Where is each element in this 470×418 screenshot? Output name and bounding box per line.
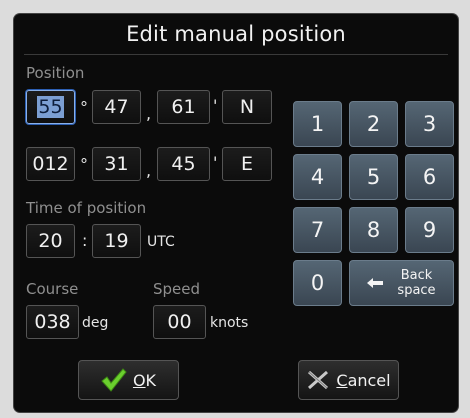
keypad-key-4[interactable]: 4 [293, 154, 342, 200]
keypad-key-0[interactable]: 0 [293, 260, 342, 306]
time-of-position-label: Time of position [26, 199, 147, 217]
degree-symbol: ° [80, 98, 88, 117]
speed-field[interactable]: 00 [153, 305, 206, 339]
cancel-label: Cancel [336, 371, 390, 390]
keypad-key-9[interactable]: 9 [405, 207, 454, 253]
latitude-minutes-field[interactable]: 47 [92, 90, 141, 124]
course-label: Course [26, 280, 79, 298]
keypad-key-7[interactable]: 7 [293, 207, 342, 253]
speed-unit: knots [210, 315, 249, 331]
cancel-mnemonic: C [336, 370, 348, 390]
dialog-title: Edit manual position [126, 22, 346, 46]
comma-symbol: , [146, 104, 152, 123]
left-arrow-icon [367, 276, 384, 291]
position-label: Position [26, 64, 85, 82]
longitude-degrees-field[interactable]: 012 [26, 147, 75, 181]
ok-button[interactable]: OK [78, 360, 179, 400]
time-zone-label: UTC [147, 234, 175, 250]
keypad-key-3[interactable]: 3 [405, 101, 454, 147]
latitude-degrees-value: 55 [37, 96, 64, 118]
keypad-key-1[interactable]: 1 [293, 101, 342, 147]
ok-mnemonic: O [132, 370, 146, 390]
cancel-button[interactable]: Cancel [298, 360, 399, 400]
prime-symbol: ' [213, 96, 218, 115]
ok-label-rest: K [145, 370, 157, 390]
longitude-hemisphere-field[interactable]: E [222, 147, 272, 181]
time-colon: : [82, 231, 88, 250]
course-field[interactable]: 038 [26, 305, 79, 339]
keypad-key-5[interactable]: 5 [349, 154, 398, 200]
latitude-seconds-field[interactable]: 61 [157, 90, 210, 124]
screen-background: Edit manual position Position 55 ° 47 , … [0, 0, 470, 418]
backspace-label-line1: Back [400, 268, 433, 283]
longitude-minutes-field[interactable]: 31 [92, 147, 141, 181]
time-minute-field[interactable]: 19 [92, 224, 141, 258]
x-cross-icon [306, 369, 330, 391]
backspace-label: Back space [397, 268, 435, 298]
keypad-key-8[interactable]: 8 [349, 207, 398, 253]
backspace-key[interactable]: Back space [349, 260, 454, 306]
course-unit: deg [82, 315, 109, 331]
checkmark-icon [101, 368, 127, 392]
cancel-label-rest: ancel [347, 370, 391, 390]
keypad-key-6[interactable]: 6 [405, 154, 454, 200]
longitude-seconds-field[interactable]: 45 [157, 147, 210, 181]
title-divider [24, 54, 448, 55]
time-hour-field[interactable]: 20 [26, 224, 75, 258]
latitude-degrees-field[interactable]: 55 [26, 90, 75, 124]
prime-symbol: ' [213, 153, 218, 172]
backspace-label-line2: space [397, 283, 436, 298]
keypad-key-2[interactable]: 2 [349, 101, 398, 147]
latitude-hemisphere-field[interactable]: N [222, 90, 272, 124]
degree-symbol: ° [80, 155, 88, 174]
comma-symbol: , [146, 161, 152, 180]
ok-label: OK [133, 371, 156, 390]
edit-position-dialog: Edit manual position Position 55 ° 47 , … [14, 14, 458, 412]
speed-label: Speed [153, 280, 201, 298]
